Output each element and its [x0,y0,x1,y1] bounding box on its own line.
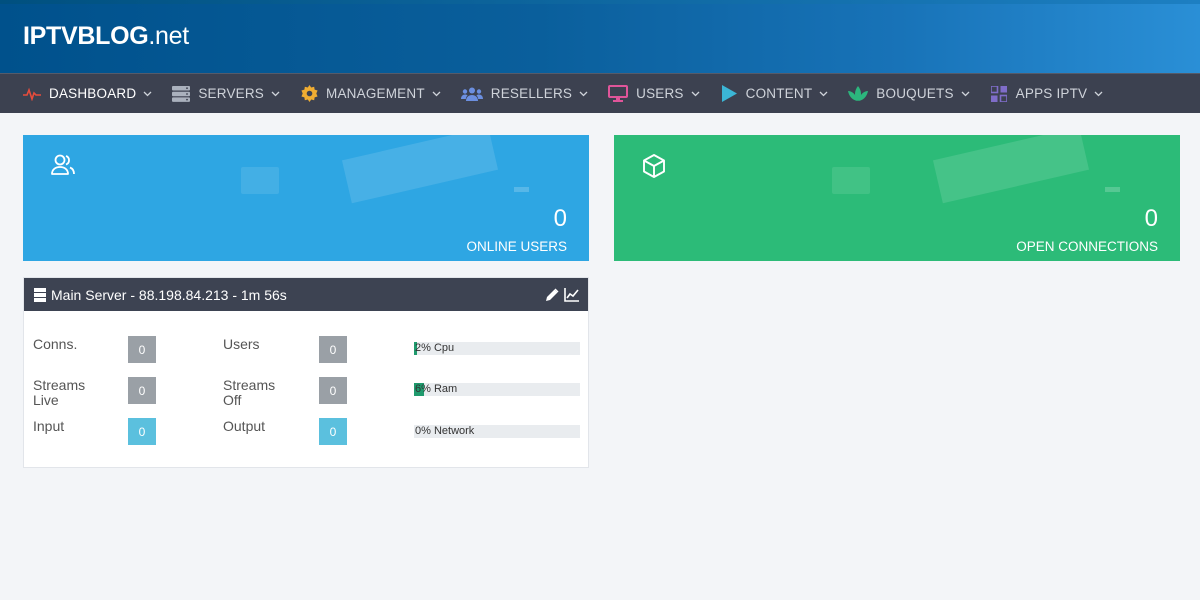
output-label: Output [223,418,266,434]
open-connections-label: OPEN CONNECTIONS [1016,239,1158,254]
server-panel-header: Main Server - 88.198.84.213 - 1m 56s [24,278,588,311]
card-decoration [832,167,870,194]
brand-logo[interactable]: IPTVBLOG.net [23,22,189,51]
input-value: 0 [128,418,156,445]
nav-apps-iptv-label: APPS IPTV [1015,86,1088,101]
conns-value: 0 [128,336,156,363]
nav-management[interactable]: MANAGEMENT [300,74,441,114]
open-connections-card[interactable]: 0 OPEN CONNECTIONS [614,135,1180,261]
top-header: IPTVBLOG.net [0,0,1200,73]
card-decoration [514,187,529,192]
chevron-down-icon [579,89,588,98]
chevron-down-icon [819,89,828,98]
server-icon [172,85,191,103]
server-tools [540,287,580,303]
streams-off-label: Streams Off [223,377,276,408]
conns-label: Conns. [33,336,78,352]
users-label: Users [223,336,260,352]
chevron-down-icon [961,89,970,98]
chevron-down-icon [691,89,700,98]
chevron-down-icon [1094,89,1103,98]
card-decoration [1105,187,1120,192]
nav-servers-label: SERVERS [198,86,265,101]
nav-management-label: MANAGEMENT [326,86,425,101]
nav-apps-iptv[interactable]: APPS IPTV [990,74,1104,114]
main-nav: DASHBOARD SERVERS MANAGEMENT RESELLERS U… [0,73,1200,113]
apps-grid-icon [990,85,1008,103]
server-title: Main Server - 88.198.84.213 - 1m 56s [51,286,287,303]
users-group-icon [460,85,483,103]
online-users-card[interactable]: 0 ONLINE USERS [23,135,589,261]
chevron-down-icon [143,89,152,98]
pulse-icon [23,85,41,103]
nav-content[interactable]: CONTENT [720,74,829,114]
network-bar: 0% Network [414,425,580,438]
network-bar-text: 0% Network [415,425,475,437]
nav-resellers[interactable]: RESELLERS [460,74,588,114]
nav-servers[interactable]: SERVERS [172,74,280,114]
users-value: 0 [319,336,347,363]
cpu-bar-text: 2% Cpu [415,342,455,354]
card-decoration [241,167,279,194]
nav-dashboard-label: DASHBOARD [49,86,137,101]
server-panel: Main Server - 88.198.84.213 - 1m 56s Con… [23,277,589,468]
streams-live-label: Streams Live [33,377,86,408]
nav-users[interactable]: USERS [608,74,700,114]
card-decoration [341,135,499,204]
card-decoration [932,135,1090,204]
nav-dashboard[interactable]: DASHBOARD [23,74,152,114]
chevron-down-icon [271,89,280,98]
ram-bar-text: 6% Ram [415,383,458,395]
server-icon [34,287,46,302]
open-connections-value: 0 [1144,205,1158,232]
online-users-label: ONLINE USERS [466,239,567,254]
chevron-down-icon [432,89,441,98]
lotus-icon [848,85,869,103]
online-users-value: 0 [553,205,567,232]
streams-live-value: 0 [128,377,156,404]
chart-line-icon[interactable] [564,287,580,303]
pencil-icon[interactable] [544,287,560,303]
play-icon [720,85,738,103]
gear-icon [300,85,318,103]
cpu-bar: 2% Cpu [414,342,580,355]
ram-bar: 6% Ram [414,383,580,396]
monitor-icon [608,85,629,103]
input-label: Input [33,418,65,434]
streams-off-value: 0 [319,377,347,404]
users-icon [50,153,76,179]
nav-bouquets[interactable]: BOUQUETS [848,74,970,114]
nav-content-label: CONTENT [745,86,813,101]
cube-icon [641,153,667,179]
output-value: 0 [319,418,347,445]
header-stripe [0,0,1200,4]
nav-bouquets-label: BOUQUETS [876,86,954,101]
nav-users-label: USERS [636,86,684,101]
nav-resellers-label: RESELLERS [490,86,573,101]
